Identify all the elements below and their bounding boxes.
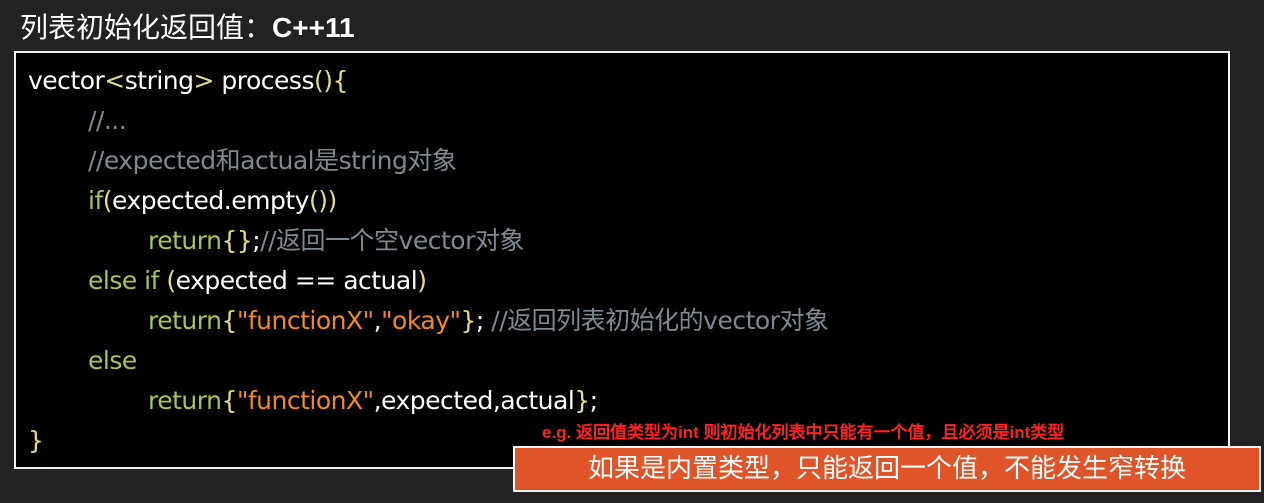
code-token: //... <box>88 106 127 135</box>
annotation-note: e.g. 返回值类型为int 则初始化列表中只能有一个值，且必须是int类型 <box>542 423 1065 442</box>
code-token: process <box>213 66 314 95</box>
title-version: C++11 <box>272 12 355 43</box>
code-token: //expected和actual是string对象 <box>88 146 457 175</box>
code-token: //返回列表初始化的vector对象 <box>491 306 829 335</box>
code-token: ,expected,actual <box>373 386 575 415</box>
code-token: ; <box>252 226 261 255</box>
code-token: vector <box>28 66 105 95</box>
code-line: else if (expected == actual) <box>88 261 427 301</box>
code-token: return <box>148 306 222 335</box>
code-token: (){ <box>314 66 348 95</box>
code-token: ) <box>417 266 427 295</box>
code-token: if <box>88 186 103 215</box>
code-token: string <box>124 66 194 95</box>
code-token: < <box>104 66 125 95</box>
code-token: expected.empty <box>112 186 309 215</box>
code-line: else <box>88 341 137 381</box>
slide-title: 列表初始化返回值：C++11 <box>20 10 355 46</box>
code-token: //返回一个空vector对象 <box>260 226 524 255</box>
code-line: //expected和actual是string对象 <box>88 141 457 181</box>
code-token: } <box>460 306 477 335</box>
code-token: ; <box>475 306 492 335</box>
code-token: } <box>28 426 44 455</box>
code-line: return{"functionX",expected,actual}; <box>148 381 598 421</box>
code-line: vector<string> process(){ <box>28 61 348 101</box>
title-text: 列表初始化返回值： <box>20 11 273 44</box>
code-token: { <box>221 386 237 415</box>
code-block: vector<string> process(){//...//expected… <box>14 51 1230 469</box>
code-line: //... <box>88 101 127 141</box>
callout-banner: 如果是内置类型，只能返回一个值，不能发生窄转换 <box>513 446 1261 492</box>
code-token: ; <box>589 386 598 415</box>
code-token: "functionX" <box>236 386 374 415</box>
code-token: } <box>574 386 590 415</box>
code-token: "functionX" <box>236 306 374 335</box>
code-token: {} <box>221 226 253 255</box>
code-token: ( <box>102 186 113 215</box>
code-line: return{"functionX","okay"}; //返回列表初始化的ve… <box>148 301 829 341</box>
code-line: } <box>28 421 44 461</box>
code-token: ( <box>166 266 176 295</box>
code-line: if(expected.empty()) <box>88 181 337 221</box>
code-line: return{};//返回一个空vector对象 <box>148 221 524 261</box>
code-token: , <box>373 306 382 335</box>
code-token: else if <box>88 266 167 295</box>
code-token: expected == actual <box>175 266 418 295</box>
code-token: ()) <box>308 186 337 215</box>
code-token: > <box>193 66 215 95</box>
code-token: { <box>221 306 237 335</box>
code-token: return <box>148 226 222 255</box>
code-token: else <box>88 346 137 375</box>
code-token: return <box>148 386 222 415</box>
code-token: "okay" <box>381 306 461 335</box>
